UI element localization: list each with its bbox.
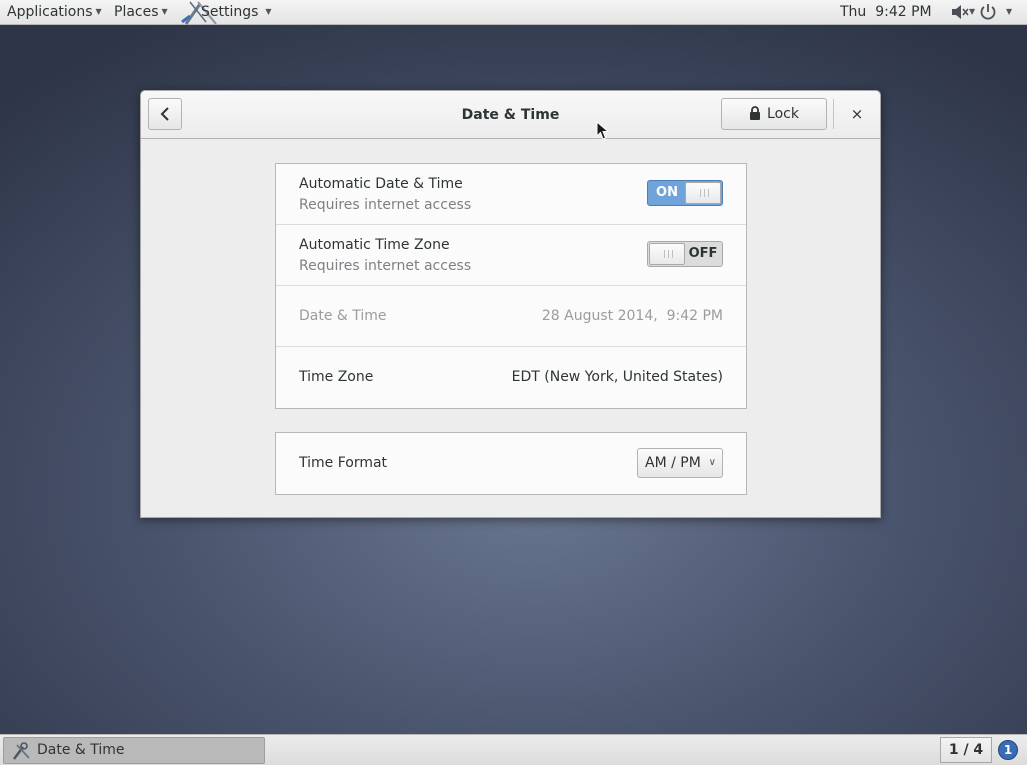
auto-datetime-subtitle: Requires internet access <box>299 197 472 213</box>
datetime-value: 28 August 2014, 9:42 PM <box>541 308 723 324</box>
settings-menu[interactable]: Settings ▼ <box>201 0 272 25</box>
taskbar-item-label: Date & Time <box>37 742 125 758</box>
applications-menu[interactable]: Applications ▼ <box>7 0 102 25</box>
datetime-row: Date & Time 28 August 2014, 9:42 PM <box>276 286 746 347</box>
auto-datetime-title: Automatic Date & Time <box>299 176 463 192</box>
auto-timezone-switch-state: OFF <box>688 246 718 261</box>
header-bar: Date & Time Lock × <box>141 91 880 139</box>
auto-datetime-switch[interactable]: ON <box>647 180 723 206</box>
workspace-pager[interactable]: 1 / 4 <box>940 737 992 763</box>
auto-timezone-row[interactable]: Automatic Time Zone Requires internet ac… <box>276 225 746 286</box>
lock-button-label: Lock <box>767 106 799 122</box>
settings-menu-label: Settings <box>201 4 259 20</box>
power-icon[interactable] <box>978 3 998 21</box>
auto-timezone-title: Automatic Time Zone <box>299 237 450 253</box>
date-time-window: Date & Time Lock × Automatic Date & Time… <box>140 90 881 518</box>
notification-badge[interactable]: 1 <box>998 740 1018 760</box>
switch-knob[interactable] <box>649 243 685 265</box>
power-arrow-icon: ▼ <box>1006 7 1013 16</box>
switch-knob[interactable] <box>685 182 721 204</box>
close-button[interactable]: × <box>843 101 871 127</box>
time-format-list: Time Format AM / PM ∨ <box>275 432 747 495</box>
places-arrow-icon: ▼ <box>161 7 168 16</box>
time-format-value: AM / PM <box>645 455 701 471</box>
time-format-row: Time Format AM / PM ∨ <box>276 433 746 494</box>
auto-datetime-row[interactable]: Automatic Date & Time Requires internet … <box>276 164 746 225</box>
places-menu[interactable]: Places ▼ <box>114 0 168 25</box>
timezone-row[interactable]: Time Zone EDT (New York, United States) <box>276 347 746 408</box>
time-format-combo[interactable]: AM / PM ∨ <box>637 448 723 478</box>
settings-arrow-icon: ▼ <box>265 7 272 16</box>
places-menu-label: Places <box>114 4 159 20</box>
grip-icon <box>664 250 673 258</box>
header-separator <box>833 99 834 129</box>
grip-icon <box>700 189 709 197</box>
time-format-label: Time Format <box>299 455 388 471</box>
date-time-settings-list: Automatic Date & Time Requires internet … <box>275 163 747 409</box>
timezone-value: EDT (New York, United States) <box>511 369 723 385</box>
top-bar: Applications ▼ Places ▼ Settings ▼ Thu 9:42… <box>0 0 1027 25</box>
mouse-cursor-icon <box>596 121 610 140</box>
auto-timezone-switch[interactable]: OFF <box>647 241 723 267</box>
settings-tools-icon <box>13 742 30 760</box>
timezone-label: Time Zone <box>299 369 374 385</box>
auto-datetime-switch-state: ON <box>656 185 678 200</box>
lock-button[interactable]: Lock <box>721 98 827 130</box>
bottom-bar: Date & Time 1 / 4 1 <box>0 734 1027 765</box>
applications-menu-label: Applications <box>7 4 93 20</box>
auto-timezone-subtitle: Requires internet access <box>299 258 472 274</box>
clock[interactable]: Thu 9:42 PM <box>840 0 932 25</box>
chevron-down-icon: ∨ <box>708 457 716 468</box>
taskbar-item-date-time[interactable]: Date & Time <box>3 737 265 764</box>
lock-icon <box>750 106 761 120</box>
datetime-label: Date & Time <box>299 308 387 324</box>
speaker-icon[interactable] <box>950 3 970 21</box>
applications-arrow-icon: ▼ <box>95 7 102 16</box>
speaker-arrow-icon: ▼ <box>969 7 976 16</box>
close-icon: × <box>850 105 864 123</box>
